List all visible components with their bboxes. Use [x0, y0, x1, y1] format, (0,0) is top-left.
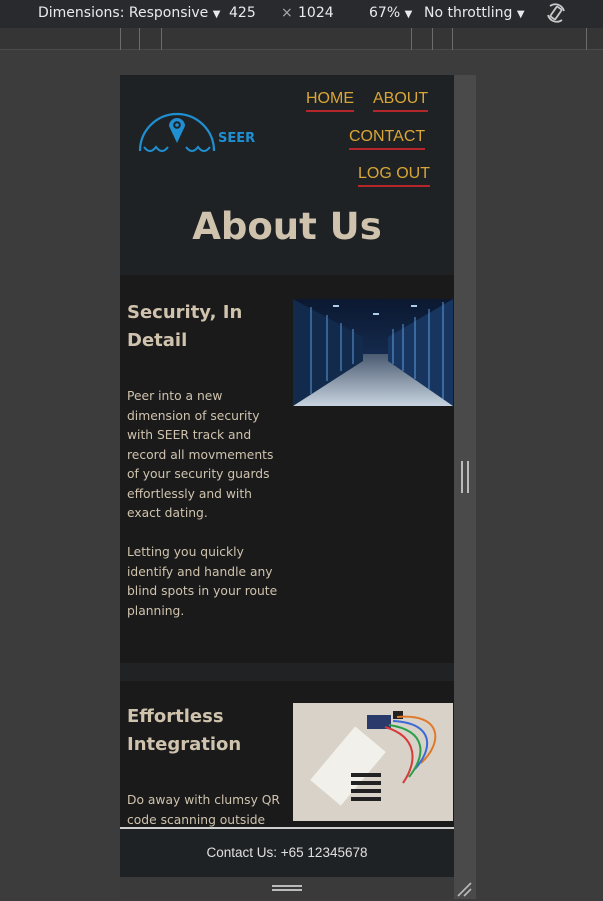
- width-input[interactable]: 425: [229, 5, 256, 21]
- section-divider: [120, 663, 454, 681]
- height-input[interactable]: 1024: [298, 5, 334, 21]
- section-title: Effortless Integration: [127, 706, 242, 755]
- server-room-image: [293, 299, 453, 406]
- nav-logout[interactable]: LOG OUT: [358, 165, 431, 187]
- throttle-dropdown[interactable]: No throttling ▼: [424, 5, 525, 21]
- site-footer: Contact Us: +65 12345678: [120, 827, 454, 877]
- nav-contact[interactable]: CONTACT: [349, 128, 426, 150]
- section-body: Peer into a new dimension of security wi…: [127, 387, 287, 641]
- dropdown-arrow-icon: ▼: [516, 9, 525, 20]
- times-separator: ×: [281, 5, 293, 21]
- hardware-image: [293, 703, 453, 821]
- paragraph: Letting you quickly identify and handle …: [127, 545, 278, 618]
- rotate-icon[interactable]: [544, 1, 568, 29]
- resize-handle[interactable]: [461, 461, 469, 493]
- contact-text: Contact Us: +65 12345678: [206, 845, 368, 860]
- seer-logo[interactable]: SEER: [138, 109, 258, 163]
- resize-gutter[interactable]: [454, 75, 476, 899]
- dimensions-dropdown[interactable]: Dimensions: Responsive ▼: [38, 5, 220, 21]
- dropdown-arrow-icon: ▼: [212, 9, 221, 20]
- resize-bottom-bar[interactable]: [120, 877, 454, 899]
- section-security: Security, In Detail Peer into a new dime…: [120, 275, 454, 663]
- nav-about[interactable]: ABOUT: [373, 90, 429, 112]
- dropdown-arrow-icon: ▼: [404, 9, 413, 20]
- page-title: About Us: [192, 205, 382, 248]
- media-query-ruler[interactable]: [0, 28, 603, 50]
- bottom-resize-handle[interactable]: [272, 885, 302, 891]
- logo-text: SEER: [218, 131, 256, 146]
- site-header: SEER HOME ABOUT CONTACT LOG OUT About Us: [120, 75, 454, 275]
- zoom-dropdown[interactable]: 67% ▼: [369, 5, 412, 21]
- corner-resize-icon[interactable]: [456, 881, 472, 901]
- nav-home[interactable]: HOME: [306, 90, 354, 112]
- page-viewport: SEER HOME ABOUT CONTACT LOG OUT About Us…: [120, 75, 454, 899]
- section-integration: Effortless Integration Do away with clum…: [120, 681, 454, 827]
- paragraph: Peer into a new dimension of security wi…: [127, 389, 274, 520]
- paragraph: Do away with clumsy QR code scanning out…: [127, 793, 280, 827]
- section-title: Security, In Detail: [127, 302, 243, 351]
- device-toolbar: Dimensions: Responsive ▼ 425 × 1024 67% …: [0, 0, 603, 28]
